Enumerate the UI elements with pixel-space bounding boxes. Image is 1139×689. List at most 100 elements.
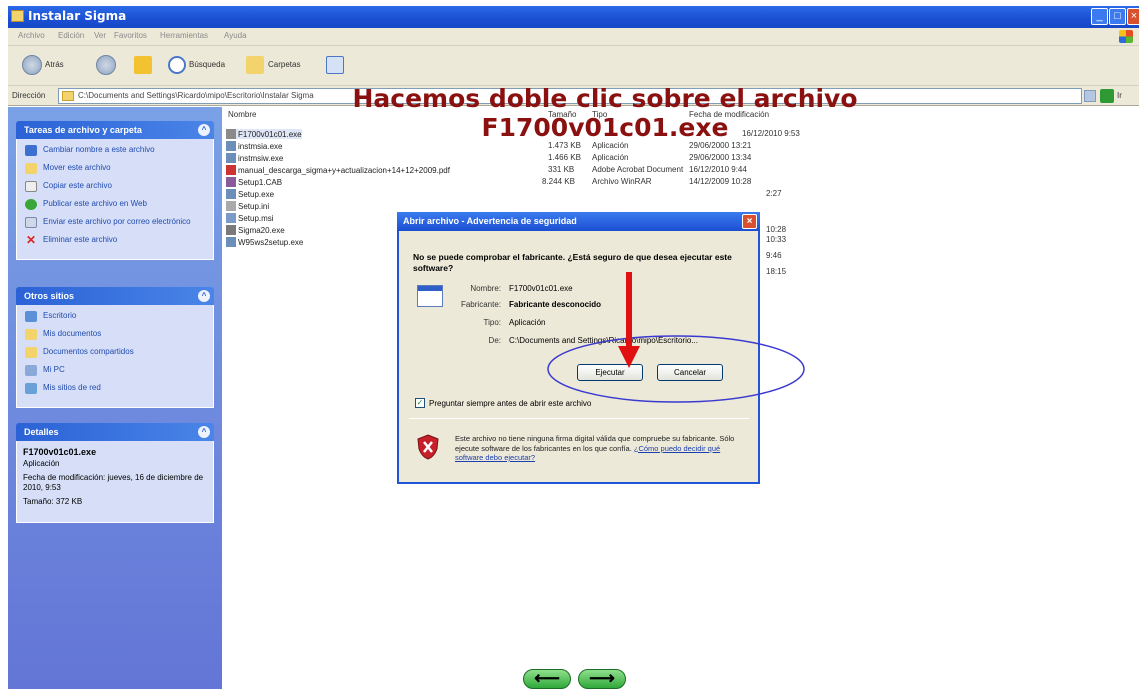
file-date: 10:33: [766, 235, 787, 244]
copy-icon: [25, 181, 37, 192]
details-panel-body: F1700v01c01.exe Aplicación Fecha de modi…: [16, 441, 214, 523]
list-item[interactable]: Setup.msi: [226, 213, 274, 223]
menu-ver[interactable]: Ver: [94, 31, 106, 40]
list-item[interactable]: Setup.exe: [226, 189, 274, 199]
publisher-label: Fabricante:: [460, 300, 501, 309]
task-pane: Tareas de archivo y carpeta ^ Cambiar no…: [8, 107, 222, 689]
from-label: De:: [488, 336, 501, 345]
close-button[interactable]: ×: [1127, 8, 1139, 25]
file-name: Setup.exe: [238, 190, 275, 199]
list-item[interactable]: Sigma20.exe: [226, 225, 285, 235]
file-size: 1.473 KB: [548, 141, 581, 150]
forward-arrow-icon[interactable]: [96, 55, 116, 75]
name-label: Nombre:: [470, 284, 501, 293]
task-copy[interactable]: Copiar este archivo: [23, 181, 207, 195]
always-ask-checkbox[interactable]: ✓: [415, 398, 425, 408]
next-button[interactable]: ⟶: [578, 669, 626, 689]
list-item[interactable]: instmsiw.exe: [226, 153, 283, 163]
publisher-value: Fabricante desconocido: [509, 300, 602, 309]
place-my-documents[interactable]: Mis documentos: [23, 329, 207, 343]
place-desktop[interactable]: Escritorio: [23, 311, 207, 325]
folders-label[interactable]: Carpetas: [268, 60, 300, 69]
menu-favoritos[interactable]: Favoritos: [114, 31, 147, 40]
place-label: Documentos compartidos: [43, 347, 134, 356]
task-email[interactable]: Enviar este archivo por correo electróni…: [23, 217, 207, 231]
place-network[interactable]: Mis sitios de red: [23, 383, 207, 397]
type-value: Aplicación: [509, 318, 546, 327]
exe-icon: [226, 237, 236, 247]
file-name: W95ws2setup.exe: [238, 238, 304, 247]
task-publish[interactable]: Publicar este archivo en Web: [23, 199, 207, 213]
details-size: Tamaño: 372 KB: [23, 497, 83, 506]
list-item[interactable]: F1700v01c01.exe: [226, 129, 302, 139]
list-item[interactable]: manual_descarga_sigma+y+actualizacion+14…: [226, 165, 450, 175]
file-type: Aplicación: [592, 153, 629, 162]
pdf-icon: [226, 165, 236, 175]
details-modified: Fecha de modificación: jueves, 16 de dic…: [23, 473, 204, 492]
archive-icon: [226, 177, 236, 187]
back-label[interactable]: Atrás: [45, 60, 64, 69]
settings-file-icon: [226, 201, 236, 211]
task-label: Mover este archivo: [43, 163, 111, 172]
details-panel-header[interactable]: Detalles ^: [16, 423, 214, 441]
place-my-pc[interactable]: Mi PC: [23, 365, 207, 379]
file-type: Adobe Acrobat Document: [592, 165, 684, 174]
dialog-separator: [409, 418, 749, 419]
exe-icon: [226, 129, 236, 139]
tasks-panel-header[interactable]: Tareas de archivo y carpeta ^: [16, 121, 214, 139]
column-header-name[interactable]: Nombre: [228, 110, 256, 119]
minimize-button[interactable]: _: [1091, 8, 1108, 25]
list-item[interactable]: Setup1.CAB: [226, 177, 282, 187]
task-label: Enviar este archivo por correo electróni…: [43, 217, 191, 226]
task-label: Publicar este archivo en Web: [43, 199, 147, 208]
installer-icon: [226, 213, 236, 223]
address-dropdown-icon[interactable]: [1084, 90, 1096, 102]
task-label: Eliminar este archivo: [43, 235, 118, 244]
file-name: Setup1.CAB: [238, 178, 283, 187]
shared-folder-icon: [25, 347, 37, 358]
go-arrow-icon[interactable]: [1100, 89, 1114, 103]
dialog-close-button[interactable]: ×: [742, 214, 757, 229]
collapse-chevron-icon[interactable]: ^: [198, 426, 210, 438]
folders-icon[interactable]: [246, 56, 264, 74]
place-shared-documents[interactable]: Documentos compartidos: [23, 347, 207, 361]
go-label[interactable]: Ir: [1117, 91, 1122, 100]
menu-archivo[interactable]: Archivo: [18, 31, 45, 40]
file-date: 16/12/2010 9:44: [689, 165, 747, 174]
list-item[interactable]: W95ws2setup.exe: [226, 237, 303, 247]
file-name: instmsia.exe: [238, 142, 283, 151]
dialog-titlebar: Abrir archivo - Advertencia de seguridad…: [397, 212, 760, 231]
up-folder-icon[interactable]: [134, 56, 152, 74]
file-name: Setup.msi: [238, 214, 274, 223]
menu-ayuda[interactable]: Ayuda: [224, 31, 247, 40]
views-icon[interactable]: [326, 56, 344, 74]
file-date: 14/12/2009 10:28: [689, 177, 752, 186]
list-item[interactable]: instmsia.exe: [226, 141, 282, 151]
file-date: 10:28: [766, 225, 787, 234]
file-date: 29/06/2000 13:34: [689, 153, 752, 162]
list-item[interactable]: Setup.ini: [226, 201, 269, 211]
file-date: 18:15: [766, 267, 787, 276]
address-label: Dirección: [12, 91, 46, 100]
computer-icon: [25, 365, 37, 376]
highlight-ellipse: [547, 335, 805, 403]
search-icon[interactable]: [168, 56, 186, 74]
menu-edicion[interactable]: Edición: [58, 31, 84, 40]
tasks-panel-body: Cambiar nombre a este archivo Mover este…: [16, 139, 214, 260]
collapse-chevron-icon[interactable]: ^: [198, 124, 210, 136]
previous-button[interactable]: ⟵: [523, 669, 571, 689]
places-panel-header[interactable]: Otros sitios ^: [16, 287, 214, 305]
place-label: Mi PC: [43, 365, 65, 374]
security-shield-icon: [417, 434, 439, 460]
task-delete[interactable]: ✕ Eliminar este archivo: [23, 234, 207, 249]
folder-icon: [11, 10, 24, 22]
collapse-chevron-icon[interactable]: ^: [198, 290, 210, 302]
task-move[interactable]: Mover este archivo: [23, 163, 207, 177]
menu-herramientas[interactable]: Herramientas: [160, 31, 208, 40]
file-type: Aplicación: [592, 141, 629, 150]
search-label[interactable]: Búsqueda: [189, 60, 225, 69]
back-arrow-icon[interactable]: [22, 55, 42, 75]
task-rename[interactable]: Cambiar nombre a este archivo: [23, 145, 207, 159]
instruction-heading: Hacemos doble clic sobre el archivo F170…: [315, 84, 895, 142]
maximize-button[interactable]: □: [1109, 8, 1126, 25]
